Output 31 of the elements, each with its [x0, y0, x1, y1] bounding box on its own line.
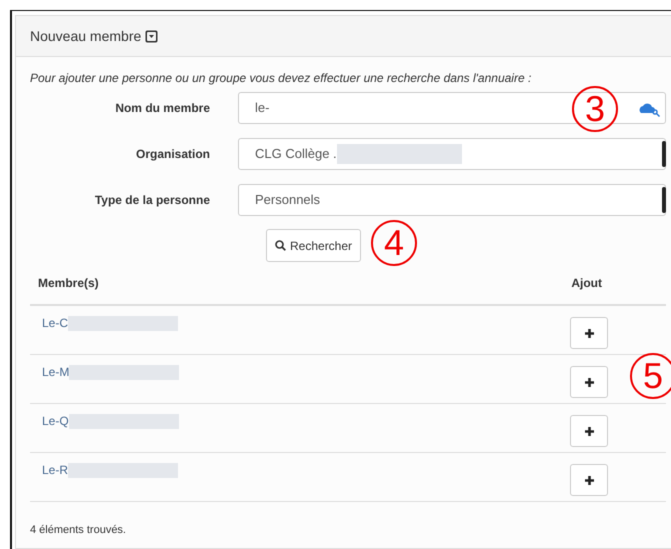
add-button[interactable] [570, 415, 608, 447]
search-icon [275, 240, 286, 250]
field-value: CLG Collège . [255, 145, 337, 164]
member-link[interactable]: Le-Q [42, 414, 69, 428]
column-header: Membre(s) [38, 275, 99, 292]
annotation-circle: 5 [630, 353, 671, 399]
plus-icon [584, 426, 594, 436]
field-label: Nom du membre [114, 100, 211, 117]
annotation-circle: 4 [371, 220, 417, 266]
panel-title: Nouveau membre [30, 26, 142, 46]
search-button[interactable]: Rechercher [266, 229, 362, 262]
directory-lookup-icon[interactable] [639, 101, 661, 117]
result-count: 4 éléments trouvés. [30, 523, 127, 538]
add-button[interactable] [570, 366, 608, 398]
field-value: le- [255, 99, 270, 118]
plus-icon [584, 474, 594, 486]
member-link[interactable]: Le-C [42, 316, 68, 330]
member-link[interactable]: Le-R [42, 463, 68, 477]
column-header: Ajout [571, 275, 602, 292]
select-field[interactable]: CLG Collège . [238, 138, 666, 170]
collapse-toggle-icon[interactable] [145, 30, 158, 44]
field-value: Personnels [255, 191, 320, 210]
plus-icon [584, 376, 594, 388]
select-field[interactable]: Personnels [238, 184, 666, 216]
field-label: Organisation [134, 146, 211, 163]
field-label: Type de la personne [94, 192, 211, 209]
plus-icon [584, 328, 594, 338]
add-button[interactable] [570, 317, 608, 349]
member-link[interactable]: Le-M [42, 365, 70, 379]
instruction-text: Pour ajouter une personne ou un groupe vous devez effectuer une recherche dans l'annuaire : [30, 70, 532, 87]
add-button[interactable] [570, 464, 608, 496]
